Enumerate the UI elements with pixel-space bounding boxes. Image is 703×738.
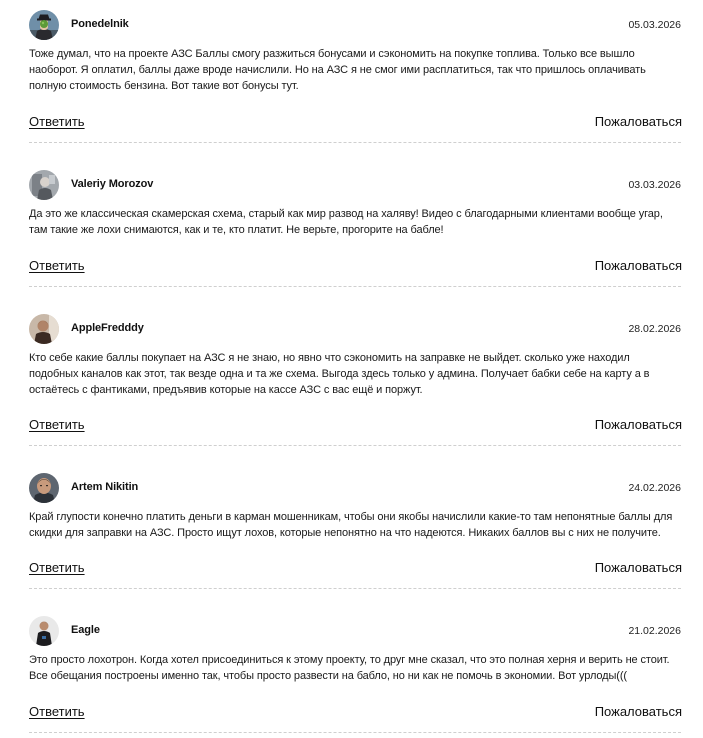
comment-item: Eagle 21.02.2026 Это просто лохотрон. Ко…	[0, 616, 703, 734]
reply-link[interactable]: Ответить	[29, 258, 85, 273]
avatar[interactable]	[29, 616, 59, 646]
comment-author: AppleFredddy	[71, 322, 144, 334]
comment-date: 03.03.2026	[628, 179, 681, 191]
comment-text: Это просто лохотрон. Когда хотел присоед…	[29, 654, 670, 682]
report-link[interactable]: Пожаловаться	[595, 417, 682, 432]
avatar[interactable]	[29, 10, 59, 40]
comment-author: Artem Nikitin	[71, 481, 139, 493]
comment-date: 28.02.2026	[628, 323, 681, 335]
comment-date: 21.02.2026	[628, 625, 681, 637]
reply-link[interactable]: Ответить	[29, 417, 85, 432]
comment-item: AppleFredddy 28.02.2026 Кто себе какие б…	[0, 314, 703, 447]
comment-item: Artem Nikitin 24.02.2026 Край глупости к…	[0, 473, 703, 591]
avatar[interactable]	[29, 314, 59, 344]
comment-author: Ponedelnik	[71, 18, 129, 30]
comment-date: 24.02.2026	[628, 482, 681, 494]
avatar[interactable]	[29, 170, 59, 200]
comments-list: Ponedelnik 05.03.2026 Тоже думал, что на…	[0, 0, 703, 738]
reply-link[interactable]: Ответить	[29, 704, 85, 719]
avatar[interactable]	[29, 473, 59, 503]
comment-header: AppleFredddy 28.02.2026	[29, 314, 682, 346]
report-link[interactable]: Пожаловаться	[595, 704, 682, 719]
reply-link[interactable]: Ответить	[29, 560, 85, 575]
comment-date: 05.03.2026	[628, 19, 681, 31]
comment-divider	[29, 732, 681, 733]
comment-item: Valeriy Morozov 03.03.2026 Да это же кла…	[0, 170, 703, 288]
report-link[interactable]: Пожаловаться	[595, 560, 682, 575]
comment-author: Valeriy Morozov	[71, 178, 154, 190]
comment-text: Кто себе какие баллы покупает на АЗС я н…	[29, 352, 650, 396]
report-link[interactable]: Пожаловаться	[595, 114, 682, 129]
comment-header: Artem Nikitin 24.02.2026	[29, 473, 682, 505]
comment-header: Valeriy Morozov 03.03.2026	[29, 170, 682, 202]
comment-item: Ponedelnik 05.03.2026 Тоже думал, что на…	[0, 10, 703, 143]
comment-divider	[29, 445, 681, 446]
comment-header: Eagle 21.02.2026	[29, 616, 682, 648]
comment-divider	[29, 588, 681, 589]
comment-text: Тоже думал, что на проекте АЗС Баллы смо…	[29, 48, 646, 92]
reply-link[interactable]: Ответить	[29, 114, 85, 129]
comment-divider	[29, 142, 681, 143]
comment-header: Ponedelnik 05.03.2026	[29, 10, 682, 42]
report-link[interactable]: Пожаловаться	[595, 258, 682, 273]
comment-text: Край глупости конечно платить деньги в к…	[29, 511, 673, 539]
comment-author: Eagle	[71, 624, 100, 636]
comment-divider	[29, 286, 681, 287]
comment-text: Да это же классическая скамерская схема,…	[29, 208, 663, 236]
